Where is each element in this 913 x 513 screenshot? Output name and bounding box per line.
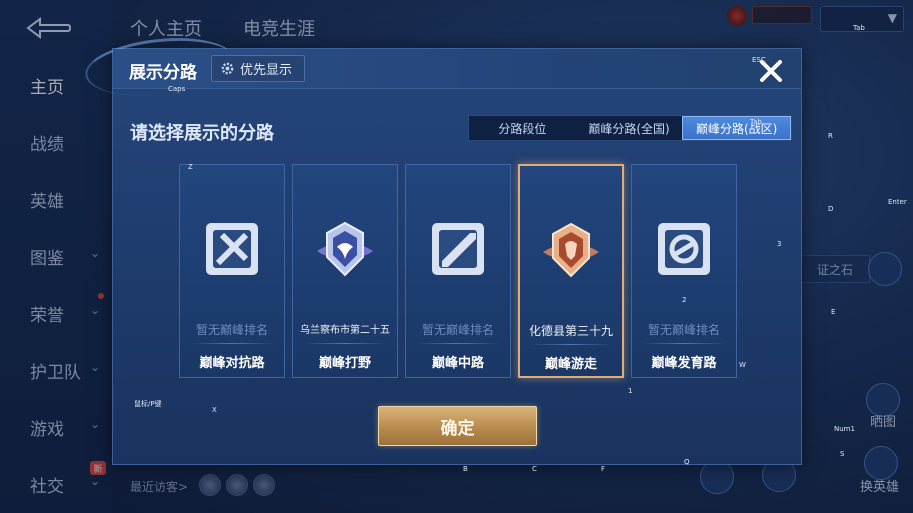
key-hint: F <box>601 465 606 473</box>
key-hint: 3 <box>777 240 782 248</box>
divider <box>642 343 726 344</box>
key-hint: Tab <box>853 24 865 32</box>
key-hint: C <box>532 465 537 473</box>
key-hint: Caps <box>168 85 186 93</box>
lane-type-tabs: 分路段位 巅峰分路(全国) 巅峰分路(战区) <box>468 115 792 141</box>
tab-peak-lane-national[interactable]: 巅峰分路(全国) <box>576 116 683 140</box>
divider <box>190 343 274 344</box>
key-hint: 1 <box>628 387 633 395</box>
card-lane-name: 巅峰打野 <box>318 356 371 371</box>
key-hint: Q <box>684 458 690 466</box>
tab-peak-lane-region[interactable]: 巅峰分路(战区) <box>682 116 792 140</box>
modal-header: 展示分路 优先显示 <box>113 49 801 89</box>
confirm-button[interactable]: 确定 <box>378 406 537 446</box>
key-hint: 鼠标/P键 <box>134 400 162 408</box>
jungle-emblem-icon <box>317 221 373 277</box>
card-rank-text: 暂无巅峰排名 <box>421 323 494 337</box>
card-lane-name: 巅峰对抗路 <box>199 356 265 371</box>
key-hint: W <box>739 361 746 369</box>
key-hint: Enter <box>888 198 907 206</box>
gear-icon <box>221 62 234 75</box>
lane-card-clash[interactable]: 暂无巅峰排名 巅峰对抗路 <box>179 164 285 378</box>
priority-display-label: 优先显示 <box>240 63 293 78</box>
lane-card-jungle[interactable]: 乌兰察布市第二十五 巅峰打野 <box>292 164 398 378</box>
card-rank-text: 化德县第三十九 <box>528 324 613 338</box>
key-hint: X <box>212 406 217 414</box>
roam-emblem-icon <box>543 222 599 278</box>
lane-card-mid[interactable]: 暂无巅峰排名 巅峰中路 <box>405 164 511 378</box>
key-hint: D <box>828 205 834 213</box>
card-rank-text: 暂无巅峰排名 <box>195 323 268 337</box>
key-hint: Tab <box>750 118 762 126</box>
key-hint: B <box>463 465 468 473</box>
lane-card-farm[interactable]: 暂无巅峰排名 巅峰发育路 <box>631 164 737 378</box>
key-hint: Num1 <box>834 425 855 433</box>
lane-card-roam[interactable]: 化德县第三十九 巅峰游走 <box>518 164 624 378</box>
key-hint: ESC <box>752 56 766 64</box>
card-lane-name: 巅峰中路 <box>431 356 484 371</box>
card-lane-name: 巅峰发育路 <box>651 356 717 371</box>
display-lane-modal: 展示分路 优先显示 请选择展示的分路 分路段位 巅峰分路(全国) 巅峰分路(战区… <box>82 31 802 465</box>
key-hint: S <box>840 450 845 458</box>
select-lane-prompt: 请选择展示的分路 <box>130 123 274 144</box>
farm-lane-icon <box>658 223 710 275</box>
key-hint: Z <box>188 163 193 171</box>
clash-lane-icon <box>206 223 258 275</box>
key-hint: E <box>831 308 836 316</box>
lane-cards: 暂无巅峰排名 巅峰对抗路 乌兰察布市第二十五 巅峰打野 暂无巅峰排名 巅峰中路 … <box>179 164 739 379</box>
mid-lane-icon <box>432 223 484 275</box>
key-hint: R <box>828 132 833 140</box>
key-hint: 2 <box>682 296 687 304</box>
divider <box>303 343 387 344</box>
card-rank-text: 乌兰察布市第二十五 <box>300 325 390 336</box>
priority-display-button[interactable]: 优先显示 <box>211 55 305 82</box>
modal-title: 展示分路 <box>129 63 197 83</box>
card-lane-name: 巅峰游走 <box>544 357 597 372</box>
divider <box>416 343 500 344</box>
divider <box>530 344 612 345</box>
tab-lane-rank[interactable]: 分路段位 <box>469 116 576 140</box>
card-rank-text: 暂无巅峰排名 <box>647 323 720 337</box>
